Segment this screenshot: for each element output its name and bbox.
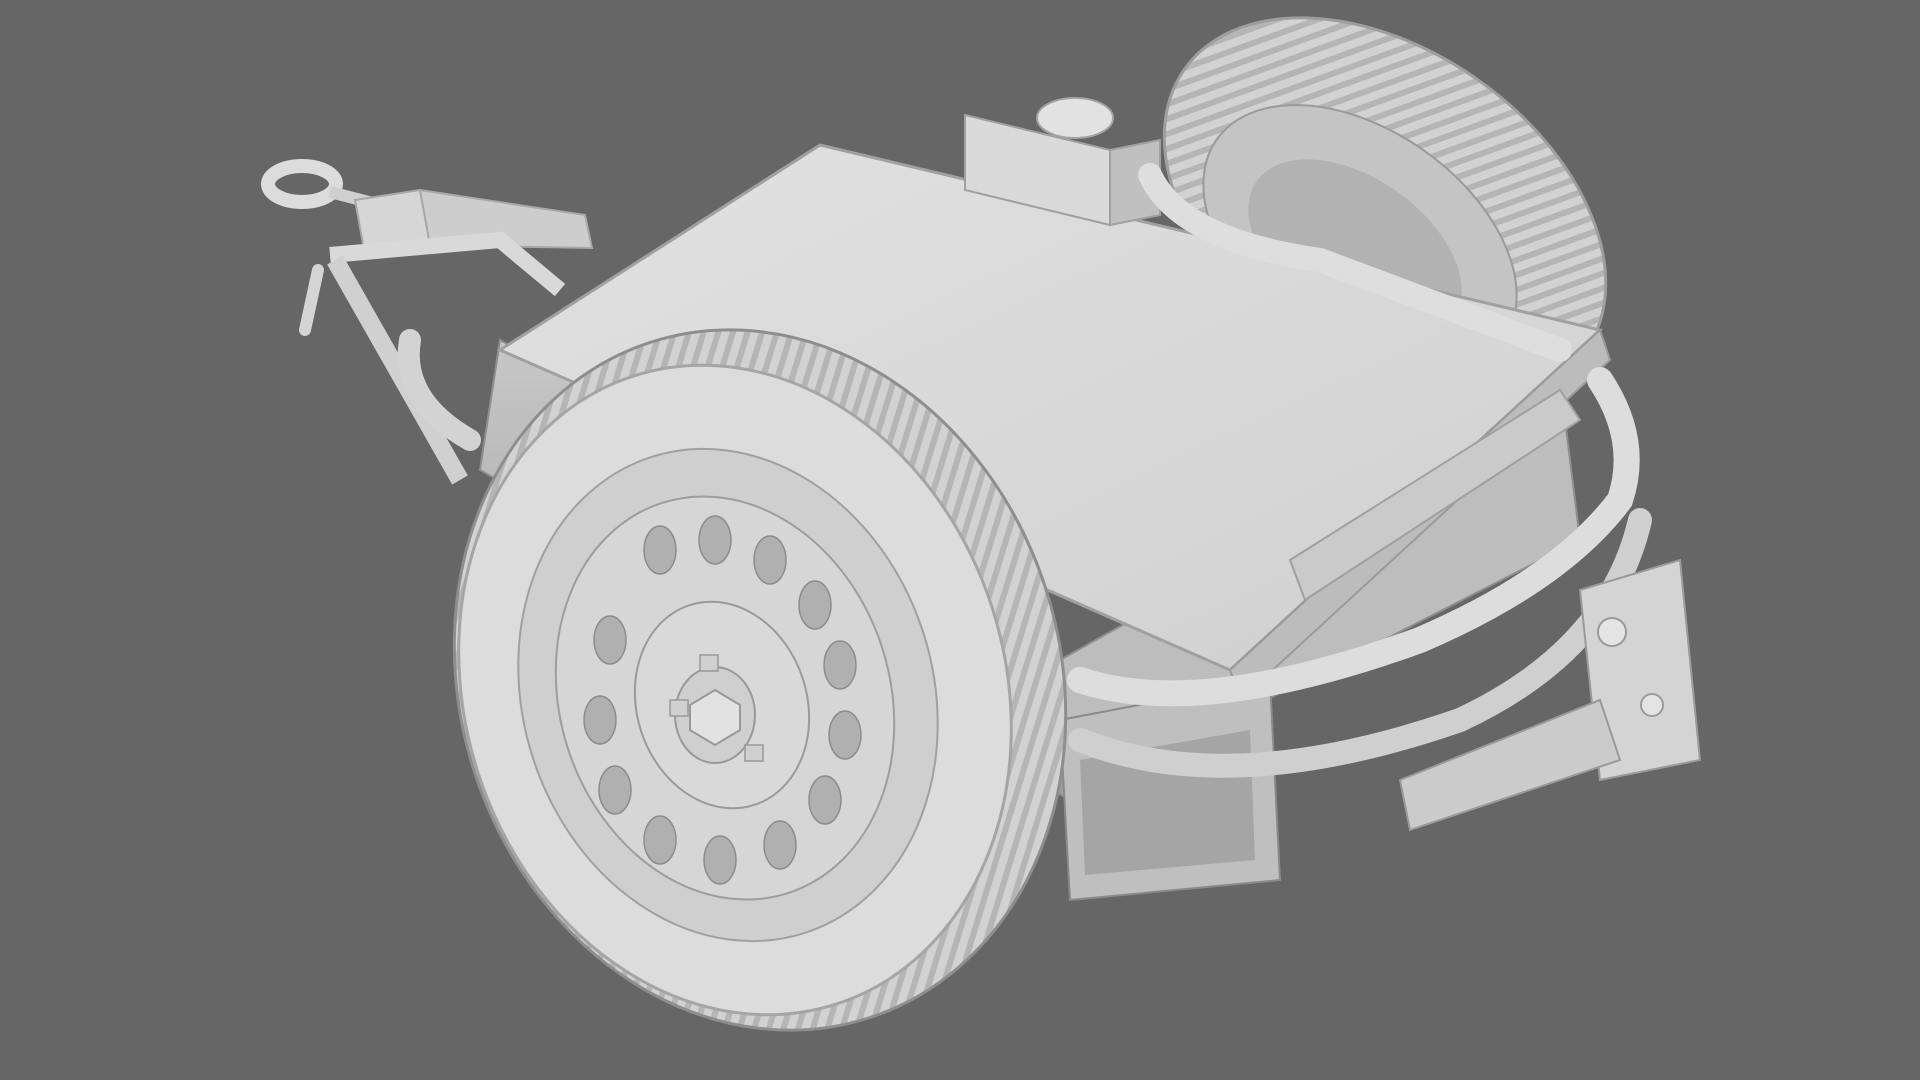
render-viewport xyxy=(0,0,1920,1080)
trailer-render xyxy=(261,16,1702,1032)
